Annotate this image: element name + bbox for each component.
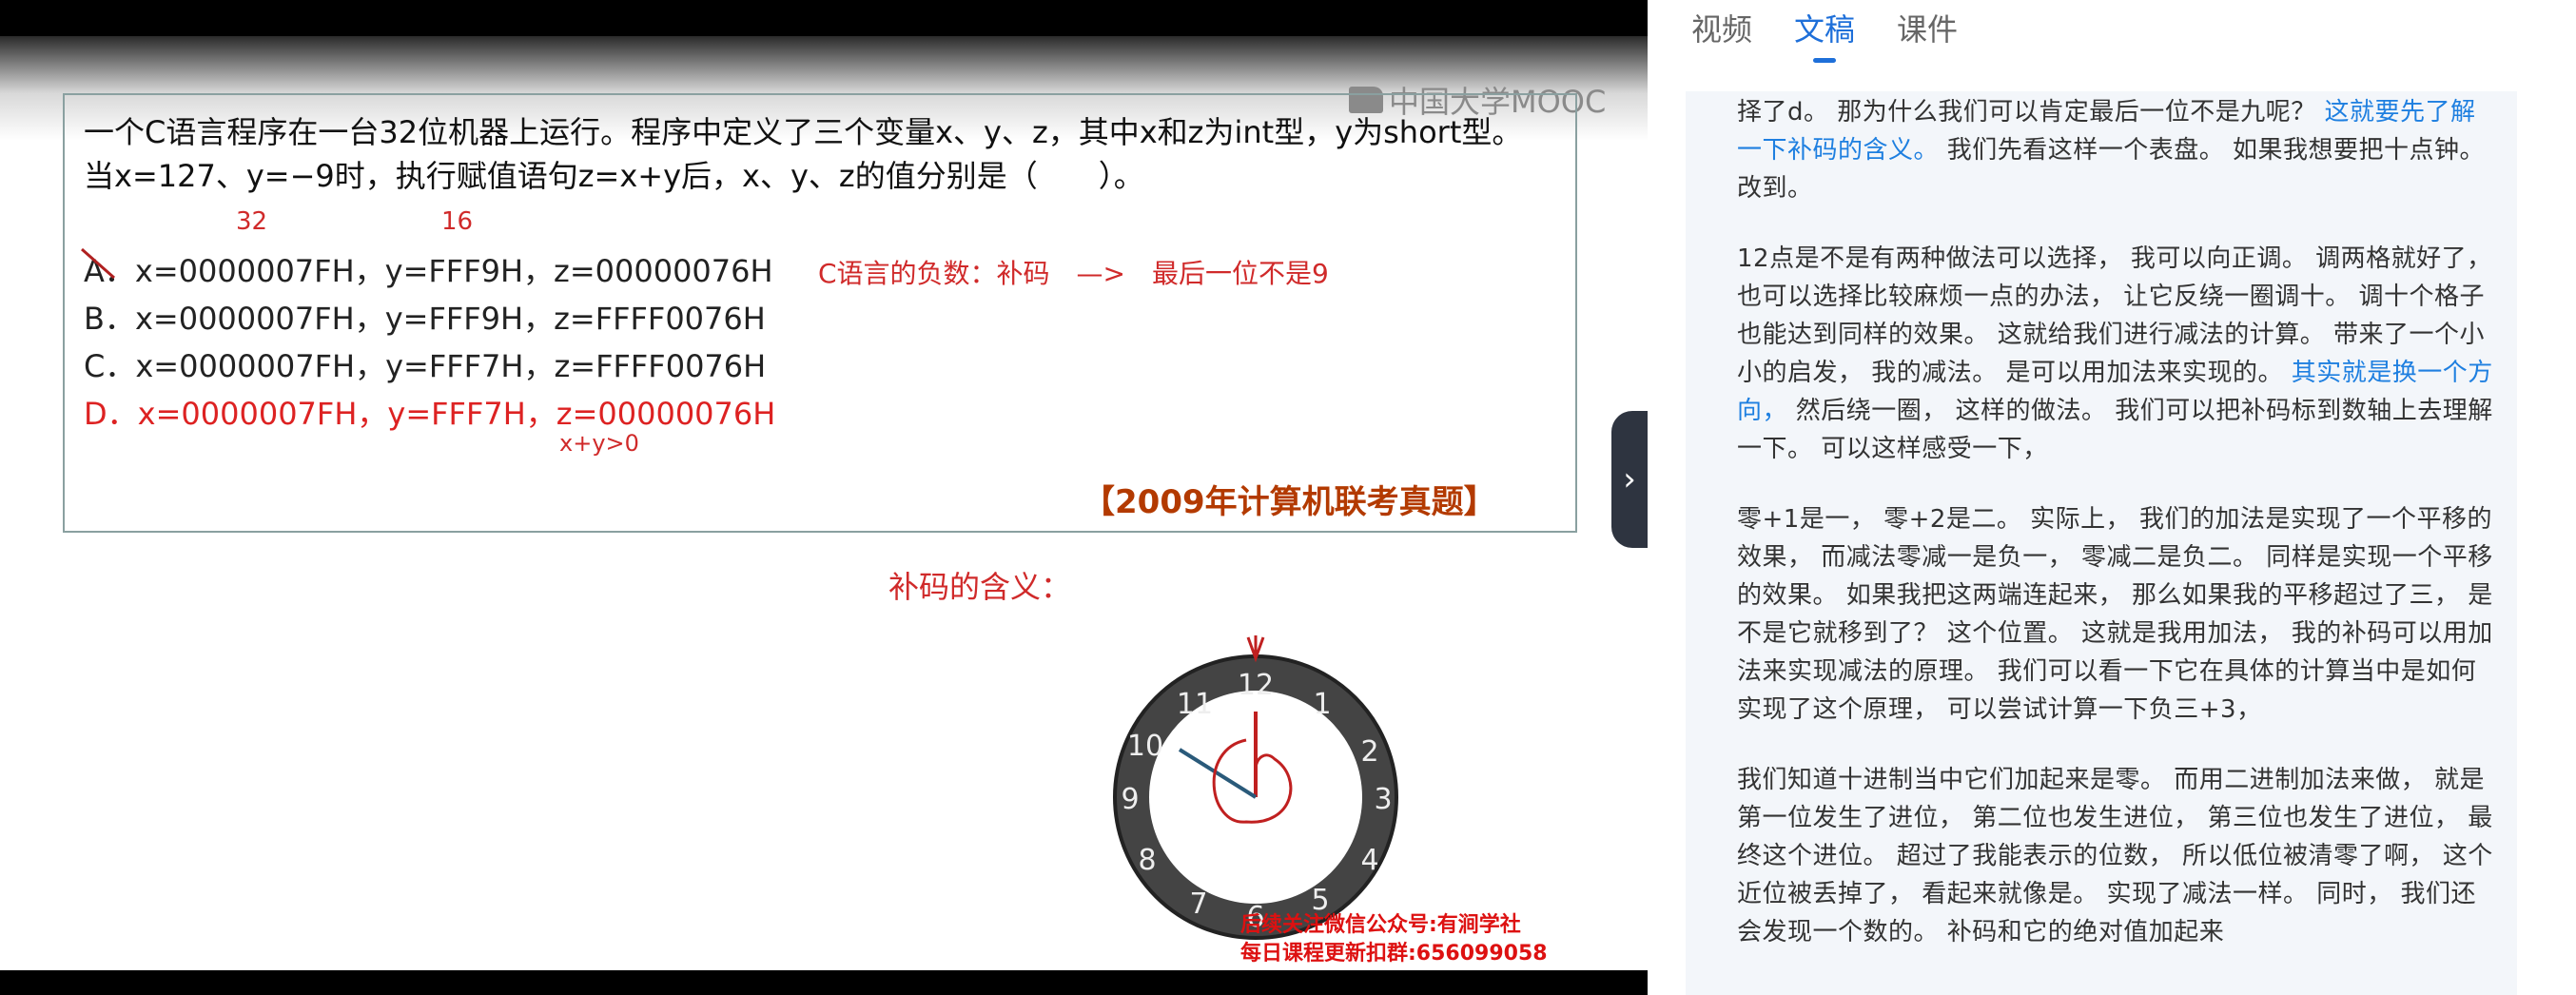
option-d: D．x=0000007FH，y=FFF7H，z=00000076H: [84, 396, 776, 432]
clock-icon: 12 1 2 3 4 5 6 7 8 9 10 11: [1113, 632, 1398, 940]
annotation-16: 16: [441, 207, 474, 236]
panel-tabs: 视频 文稿 课件: [1691, 6, 1958, 63]
transcript-list[interactable]: 择了d。 那为什么我们可以肯定最后一位不是九呢？ 这就要先了解一下补码的含义。 …: [1686, 91, 2517, 995]
side-panel: 视频 文稿 课件 择了d。 那为什么我们可以肯定最后一位不是九呢？ 这就要先了解…: [1648, 0, 2576, 995]
transcript-paragraph[interactable]: 12点是不是有两种做法可以选择， 我可以向正调。 调两格就好了， 也可以选择比较…: [1737, 240, 2498, 468]
clock-number-1: 1: [1313, 688, 1331, 721]
footer-line-2: 每日课程更新扣群:656099058: [1240, 942, 1548, 966]
chevron-right-icon: ›: [1623, 460, 1636, 498]
collapse-panel-button[interactable]: ›: [1611, 411, 1648, 548]
question-line-1: 一个C语言程序在一台32位机器上运行。程序中定义了三个变量x、y、z，其中x和z…: [84, 114, 1523, 150]
clock-diagram: 12 1 2 3 4 5 6 7 8 9 10 11: [1103, 632, 1408, 940]
clock-number-12: 12: [1238, 669, 1274, 702]
video-player[interactable]: 中国大学MOOC 一个C语言程序在一台32位机器上运行。程序中定义了三个变量x、…: [0, 0, 1648, 995]
bucode-label: 补码的含义：: [888, 569, 1072, 605]
transcript-paragraph[interactable]: 零+1是一， 零+2是二。 实际上， 我们的加法是实现了一个平移的效果， 而减法…: [1737, 500, 2498, 729]
source-tag: 【2009年计算机联考真题】: [1083, 483, 1496, 521]
question-box: 一个C语言程序在一台32位机器上运行。程序中定义了三个变量x、y、z，其中x和z…: [63, 93, 1577, 533]
tab-courseware[interactable]: 课件: [1897, 6, 1958, 49]
annotation-negative: C语言的负数：补码 —> 最后一位不是9: [818, 258, 1329, 289]
video-frame: 中国大学MOOC 一个C语言程序在一台32位机器上运行。程序中定义了三个变量x、…: [0, 36, 1648, 970]
clock-number-4: 4: [1360, 844, 1378, 877]
annotation-xy: x+y>0: [559, 430, 639, 457]
transcript-paragraph[interactable]: 我们知道十进制当中它们加起来是零。 而用二进制加法来做， 就是第一位发生了进位，…: [1737, 761, 2498, 951]
clock-number-10: 10: [1127, 730, 1163, 763]
tab-video[interactable]: 视频: [1691, 6, 1752, 49]
strike-mark-icon: [81, 247, 115, 280]
clock-number-3: 3: [1374, 783, 1392, 816]
tab-indicator: [1813, 58, 1837, 63]
tab-transcript[interactable]: 文稿: [1794, 6, 1855, 63]
option-c: C．x=0000007FH，y=FFF7H，z=FFFF0076H: [84, 348, 767, 384]
footer-line-1: 后续关注微信公众号:有涧学社: [1240, 913, 1521, 937]
clock-number-11: 11: [1177, 688, 1213, 721]
option-b: B．x=0000007FH，y=FFF9H，z=FFFF0076H: [84, 301, 766, 337]
transcript-paragraph[interactable]: 择了d。 那为什么我们可以肯定最后一位不是九呢？ 这就要先了解一下补码的含义。 …: [1737, 93, 2498, 207]
question-line-2: 当x=127、y=−9时，执行赋值语句z=x+y后，x、y、z的值分别是（ ）。: [84, 158, 1144, 194]
clock-number-7: 7: [1189, 888, 1207, 921]
clock-number-8: 8: [1138, 844, 1156, 877]
option-a: A．x=0000007FH，y=FFF9H，z=00000076H: [84, 253, 773, 289]
clock-number-2: 2: [1360, 735, 1378, 769]
clock-number-9: 9: [1121, 783, 1139, 816]
annotation-32: 32: [236, 207, 268, 236]
footer-note: 后续关注微信公众号:有涧学社 每日课程更新扣群:656099058: [1240, 911, 1548, 968]
